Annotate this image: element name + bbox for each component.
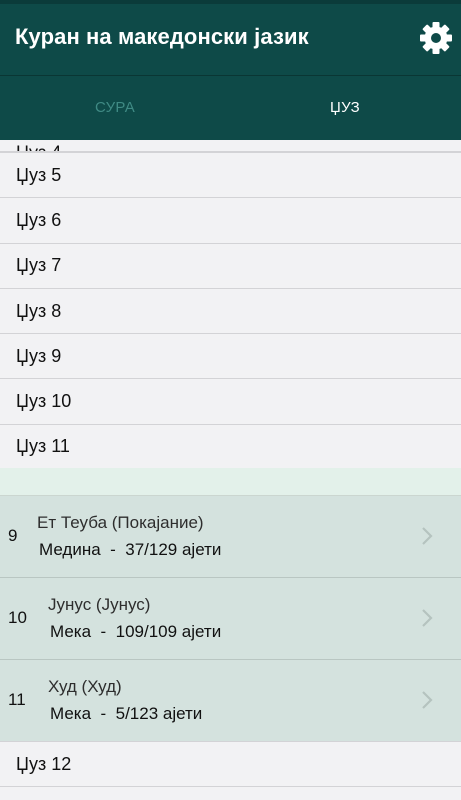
tab-juz[interactable]: ЏУЗ [230, 76, 460, 138]
juz-item-5[interactable]: Џуз 5 [0, 152, 461, 198]
juz-label: Џуз 5 [16, 164, 62, 185]
status-strip [0, 0, 461, 4]
juz-item-9[interactable]: Џуз 9 [0, 333, 461, 379]
juz-item-12[interactable]: Џуз 12 [0, 741, 461, 786]
chevron-right-icon [422, 527, 433, 545]
juz-label: Џуз 9 [16, 345, 62, 366]
juz-item-8[interactable]: Џуз 8 [0, 287, 461, 334]
sura-name: Худ (Худ) [48, 677, 122, 696]
sura-info: Медина - 37/129 ајети [39, 540, 222, 559]
juz-item-11[interactable]: Џуз 11 [0, 423, 461, 470]
juz-label: Џуз 10 [16, 391, 72, 412]
sura-name: Ет Теуба (Покајание) [37, 513, 204, 532]
juz-item-6[interactable]: Џуз 6 [0, 197, 461, 243]
juz-label: Џуз 4 [16, 143, 61, 151]
app-bar: Куран на македонски јазик СУРА ЏУЗ [0, 0, 461, 140]
app-title: Куран на македонски јазик [15, 24, 309, 49]
expanded-section-header [0, 468, 461, 496]
juz-list-container[interactable]: Џуз 4 Џуз 5 Џуз 6 Џуз 7 Џуз 8 Џуз 9 Џуз … [0, 140, 461, 800]
sura-name: Јунус (Јунус) [48, 595, 151, 614]
tab-sura[interactable]: СУРА [0, 76, 230, 138]
sura-item-9[interactable]: 9 Ет Теуба (Покајание) Медина - 37/129 а… [0, 496, 461, 578]
juz-label: Џуз 8 [16, 300, 62, 321]
gear-icon[interactable] [419, 20, 453, 56]
juz-label: Џуз 7 [16, 255, 62, 276]
chevron-right-icon [422, 691, 433, 709]
sura-number: 11 [8, 690, 26, 709]
sura-number: 10 [8, 608, 27, 627]
sura-info: Мека - 109/109 ајети [50, 622, 222, 641]
juz-label: Џуз 6 [16, 209, 62, 230]
juz-label: Џуз 12 [16, 753, 72, 774]
juz-item-7[interactable]: Џуз 7 [0, 242, 461, 288]
juz-item-4[interactable]: Џуз 4 [0, 140, 461, 152]
juz-item-10[interactable]: Џуз 10 [0, 378, 461, 424]
juz-label: Џуз 11 [16, 436, 70, 457]
sura-item-10[interactable]: 10 Јунус (Јунус) Мека - 109/109 ајети [0, 578, 461, 660]
chevron-right-icon [422, 609, 433, 627]
sura-info: Мека - 5/123 ајети [50, 704, 203, 723]
sura-number: 9 [8, 526, 18, 545]
divider [0, 786, 461, 787]
juz-list: Џуз 4 Џуз 5 Џуз 6 Џуз 7 Џуз 8 Џуз 9 Џуз … [0, 140, 461, 470]
sura-item-11[interactable]: 11 Худ (Худ) Мека - 5/123 ајети [0, 660, 461, 742]
